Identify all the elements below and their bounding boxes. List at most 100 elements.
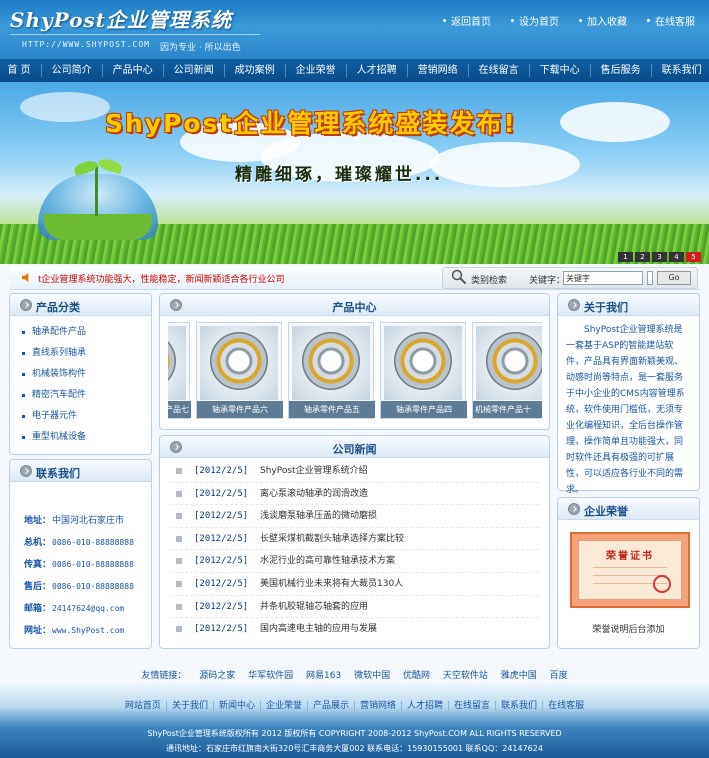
product-card[interactable]: 轴承零件产品六 — [196, 322, 283, 419]
product-caption: 轴承零件产品五 — [289, 401, 375, 418]
footer-link[interactable]: 产品展示 — [306, 701, 354, 711]
site-url: HTTP://WWW.SHYPOST.COM — [22, 40, 150, 49]
nav-honor[interactable]: 企业荣誉 — [284, 64, 346, 77]
panel-header: 公司新闻 — [160, 436, 549, 458]
slide-dot[interactable]: 4 — [669, 252, 684, 262]
top-link-home[interactable]: 返回首页 — [443, 13, 491, 28]
nav-cases[interactable]: 成功案例 — [223, 64, 285, 77]
slide-dot[interactable]: 2 — [635, 252, 650, 262]
contact-row: 地址：中国河北石家庄市 — [24, 516, 125, 526]
product-card[interactable]: 轴承零件产品五 — [288, 322, 375, 419]
category-item[interactable]: 电子器元件 — [20, 406, 151, 427]
nav-about[interactable]: 公司简介 — [40, 64, 102, 77]
friend-links: 友情链接： 源码之家 华军软件园 网易163 微软中国 优酷网 天空软件站 雅虎… — [0, 668, 709, 681]
friend-link[interactable]: 华军软件园 — [248, 671, 293, 681]
news-title[interactable]: ShyPost企业管理系统介绍 — [260, 460, 540, 483]
category-item[interactable]: 精密汽车配件 — [20, 385, 151, 406]
category-item[interactable]: 重型机械设备 — [20, 427, 151, 448]
news-item[interactable]: [2012/2/5] 浅谈磨泵轴承压盖的微动磨损 — [170, 505, 539, 528]
notice-marquee[interactable]: t企业管理系统功能强大，性能稳定，新闻新颖适合各行业公司 — [38, 272, 288, 285]
news-item[interactable]: [2012/2/5] ShyPost企业管理系统介绍 — [170, 460, 539, 483]
footer-link[interactable]: 人才招聘 — [401, 701, 449, 711]
nav-download[interactable]: 下载中心 — [528, 64, 590, 77]
banner-subtitle: 精雕细琢，璀璨耀世... — [235, 165, 444, 185]
top-link-online-service[interactable]: 在线客服 — [647, 13, 695, 28]
footer-link[interactable]: 在线留言 — [448, 701, 496, 711]
footer-link[interactable]: 关于我们 — [165, 701, 213, 711]
about-panel: 关于我们 ShyPost企业管理系统是一套基于ASP的智能建站软件，产品具有界面… — [557, 293, 700, 508]
news-title[interactable]: 美国机械行业未来将有大裁员130人 — [260, 573, 540, 596]
panel-title: 关于我们 — [584, 301, 628, 314]
product-image — [476, 326, 542, 400]
keyword-input[interactable] — [563, 271, 643, 285]
slide-dot-active[interactable]: 5 — [686, 252, 701, 262]
product-card[interactable]: 机械零件产品十 — [472, 322, 542, 419]
panel-title: 联系我们 — [36, 467, 80, 480]
category-list: 轴承配件产品 直线系列轴承 机械装饰构件 精密汽车配件 电子器元件 重型机械设备 — [10, 316, 151, 448]
news-title[interactable]: 水泥行业的高可靠性轴承技术方案 — [260, 550, 540, 573]
footer-link[interactable]: 新闻中心 — [212, 701, 260, 711]
product-card[interactable]: 轴承零件产品四 — [380, 322, 467, 419]
speaker-icon — [22, 273, 29, 282]
slide-dot[interactable]: 1 — [618, 252, 633, 262]
top-link-bookmark[interactable]: 加入收藏 — [579, 13, 627, 28]
news-item[interactable]: [2012/2/5] 长壁采煤机截割头轴承选择方案比较 — [170, 528, 539, 551]
news-title[interactable]: 离心泵滚动轴承的润滑改造 — [260, 483, 540, 506]
keyword-label: 关键字： — [529, 276, 566, 286]
news-item[interactable]: [2012/2/5] 离心泵滚动轴承的润滑改造 — [170, 483, 539, 506]
product-caption: 轴承零件产品四 — [381, 401, 467, 418]
friend-link[interactable]: 微软中国 — [354, 671, 390, 681]
category-item[interactable]: 轴承配件产品 — [20, 322, 151, 343]
news-item[interactable]: [2012/2/5] 美国机械行业未来将有大裁员130人 — [170, 573, 539, 596]
footer-link[interactable]: 企业荣誉 — [259, 701, 307, 711]
category-select[interactable] — [647, 271, 653, 285]
address-text: 通讯地址：石家庄市红旗南大街320号汇丰商务大厦002 联系电话：1593015… — [166, 744, 543, 753]
news-item[interactable]: [2012/2/5] 并条机胶辊轴芯轴套的应用 — [170, 596, 539, 619]
nav-home[interactable]: 首 页 — [0, 64, 41, 77]
friend-link[interactable]: 优酷网 — [403, 671, 430, 681]
search-go-button[interactable]: Go — [657, 271, 691, 285]
friend-link[interactable]: 百度 — [550, 671, 568, 681]
news-title[interactable]: 并条机胶辊轴芯轴套的应用 — [260, 596, 540, 619]
square-bullet-icon — [176, 468, 182, 474]
certificate-image[interactable]: 荣誉证书 — [570, 532, 690, 608]
nav-news[interactable]: 公司新闻 — [162, 64, 224, 77]
news-title[interactable]: 浅谈磨泵轴承压盖的微动磨损 — [260, 505, 540, 528]
product-image — [200, 326, 278, 400]
site-logo[interactable]: ShyPost企业管理系统 — [10, 4, 232, 33]
panel-header: 联系我们 — [10, 460, 151, 482]
contact-info: 地址：中国河北石家庄市 总机：0086-010-88888888 传真：0086… — [10, 482, 151, 642]
top-link-set-homepage[interactable]: 设为首页 — [511, 13, 559, 28]
news-date: [2012/2/5] — [194, 601, 249, 612]
footer-nav: 网站首页 关于我们 新闻中心 企业荣誉 产品展示 营销网络 人才招聘 在线留言 联系我们 在线客服 — [0, 698, 709, 711]
friend-link[interactable]: 网易163 — [306, 671, 341, 681]
friend-link[interactable]: 雅虎中国 — [501, 671, 537, 681]
bullet-icon — [647, 19, 650, 22]
news-title[interactable]: 国内高速电主轴的应用与发展 — [260, 618, 540, 641]
footer-link[interactable]: 在线客服 — [542, 701, 590, 711]
slide-dot[interactable]: 3 — [652, 252, 667, 262]
product-card[interactable]: 轴承零件产品七 — [168, 322, 191, 419]
friend-link[interactable]: 源码之家 — [199, 671, 235, 681]
panel-header: 企业荣誉 — [558, 498, 699, 520]
nav-network[interactable]: 营销网络 — [406, 64, 468, 77]
footer-link[interactable]: 联系我们 — [495, 701, 543, 711]
category-item[interactable]: 直线系列轴承 — [20, 343, 151, 364]
nav-service[interactable]: 售后服务 — [589, 64, 651, 77]
category-item[interactable]: 机械装饰构件 — [20, 364, 151, 385]
search-icon — [451, 269, 467, 285]
nav-jobs[interactable]: 人才招聘 — [345, 64, 407, 77]
product-caption: 轴承零件产品七 — [168, 401, 191, 418]
nav-contact[interactable]: 联系我们 — [650, 64, 709, 77]
footer-link[interactable]: 营销网络 — [354, 701, 402, 711]
hero-banner[interactable]: ShyPost企业管理系统盛装发布! 精雕细琢，璀璨耀世... 1 2 3 4 … — [0, 82, 709, 264]
nav-guestbook[interactable]: 在线留言 — [467, 64, 529, 77]
news-item[interactable]: [2012/2/5] 水泥行业的高可靠性轴承技术方案 — [170, 550, 539, 573]
news-title[interactable]: 长壁采煤机截割头轴承选择方案比较 — [260, 528, 540, 551]
news-item[interactable]: [2012/2/5] 国内高速电主轴的应用与发展 — [170, 618, 539, 641]
bearing-icon — [210, 332, 268, 390]
footer-link[interactable]: 网站首页 — [120, 701, 166, 711]
friend-link[interactable]: 天空软件站 — [443, 671, 488, 681]
panel-title: 产品中心 — [332, 301, 377, 314]
nav-products[interactable]: 产品中心 — [101, 64, 163, 77]
